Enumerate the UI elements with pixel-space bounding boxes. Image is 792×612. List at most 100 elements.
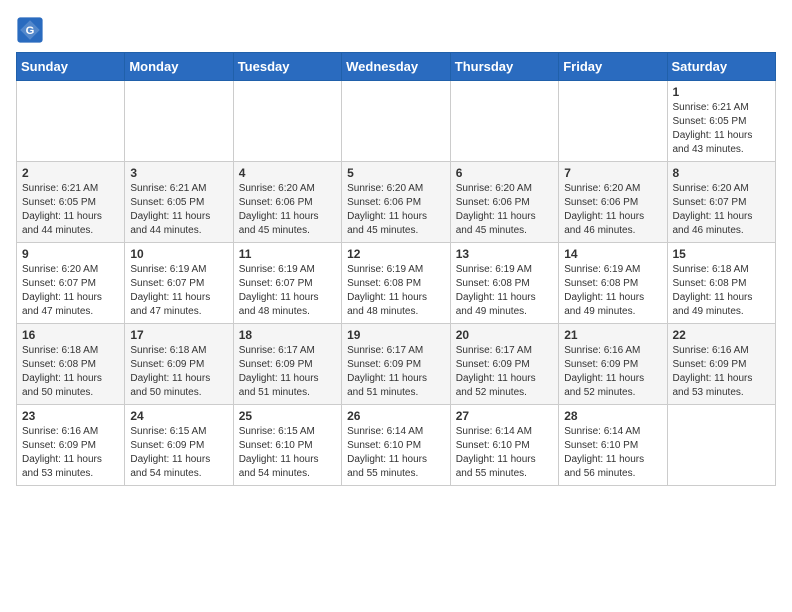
- calendar-cell: 3Sunrise: 6:21 AM Sunset: 6:05 PM Daylig…: [125, 162, 233, 243]
- day-info: Sunrise: 6:16 AM Sunset: 6:09 PM Dayligh…: [22, 425, 119, 481]
- calendar-cell: 16 Sunrise: 6:18 AM Sunset: 6:08 PM Dayli…: [17, 324, 125, 405]
- day-info: Sunrise: 6:16 AM Sunset: 6:09 PM Dayligh…: [673, 344, 771, 400]
- logo: G: [16, 16, 48, 44]
- day-info: Sunrise: 6:15 AM Sunset: 6:10 PM Dayligh…: [239, 425, 336, 481]
- weekday-header-sunday: Sunday: [17, 53, 125, 81]
- calendar-cell: 25 Sunrise: 6:15 AM Sunset: 6:10 PM Dayli…: [233, 405, 341, 486]
- calendar-cell: 10 Sunrise: 6:19 AM Sunset: 6:07 PM Dayli…: [125, 243, 233, 324]
- day-info: Sunrise: 6:21 AM Sunset: 6:05 PM Dayligh…: [130, 182, 227, 238]
- day-number: 14: [564, 247, 661, 261]
- weekday-header-friday: Friday: [559, 53, 667, 81]
- day-number: 11: [239, 247, 336, 261]
- calendar-cell: [233, 81, 341, 162]
- weekday-header-tuesday: Tuesday: [233, 53, 341, 81]
- calendar-cell: [17, 81, 125, 162]
- day-number: 17: [130, 328, 227, 342]
- day-info: Sunrise: 6:15 AM Sunset: 6:09 PM Dayligh…: [130, 425, 227, 481]
- day-info: Sunrise: 6:14 AM Sunset: 6:10 PM Dayligh…: [564, 425, 661, 481]
- day-info: Sunrise: 6:18 AM Sunset: 6:08 PM Dayligh…: [22, 344, 119, 400]
- day-info: Sunrise: 6:17 AM Sunset: 6:09 PM Dayligh…: [456, 344, 553, 400]
- calendar-week-row: 9Sunrise: 6:20 AM Sunset: 6:07 PM Daylig…: [17, 243, 776, 324]
- day-info: Sunrise: 6:21 AM Sunset: 6:05 PM Dayligh…: [22, 182, 119, 238]
- day-info: Sunrise: 6:17 AM Sunset: 6:09 PM Dayligh…: [239, 344, 336, 400]
- calendar-cell: 14 Sunrise: 6:19 AM Sunset: 6:08 PM Dayli…: [559, 243, 667, 324]
- day-number: 4: [239, 166, 336, 180]
- calendar-cell: 24Sunrise: 6:15 AM Sunset: 6:09 PM Dayli…: [125, 405, 233, 486]
- calendar-header-row: SundayMondayTuesdayWednesdayThursdayFrid…: [17, 53, 776, 81]
- calendar-cell: 9Sunrise: 6:20 AM Sunset: 6:07 PM Daylig…: [17, 243, 125, 324]
- day-number: 26: [347, 409, 445, 423]
- calendar-table: SundayMondayTuesdayWednesdayThursdayFrid…: [16, 52, 776, 486]
- calendar-cell: 20 Sunrise: 6:17 AM Sunset: 6:09 PM Dayli…: [450, 324, 558, 405]
- day-info: Sunrise: 6:19 AM Sunset: 6:08 PM Dayligh…: [347, 263, 445, 319]
- calendar-cell: [342, 81, 451, 162]
- calendar-cell: [667, 405, 776, 486]
- day-number: 12: [347, 247, 445, 261]
- day-number: 16: [22, 328, 119, 342]
- day-info: Sunrise: 6:18 AM Sunset: 6:09 PM Dayligh…: [130, 344, 227, 400]
- calendar-cell: 5 Sunrise: 6:20 AM Sunset: 6:06 PM Daylig…: [342, 162, 451, 243]
- page-header: G: [16, 16, 776, 44]
- day-number: 25: [239, 409, 336, 423]
- day-number: 18: [239, 328, 336, 342]
- calendar-cell: 8 Sunrise: 6:20 AM Sunset: 6:07 PM Daylig…: [667, 162, 776, 243]
- calendar-cell: 22 Sunrise: 6:16 AM Sunset: 6:09 PM Dayli…: [667, 324, 776, 405]
- day-info: Sunrise: 6:20 AM Sunset: 6:06 PM Dayligh…: [564, 182, 661, 238]
- day-info: Sunrise: 6:19 AM Sunset: 6:07 PM Dayligh…: [130, 263, 227, 319]
- calendar-cell: 19 Sunrise: 6:17 AM Sunset: 6:09 PM Dayli…: [342, 324, 451, 405]
- day-number: 10: [130, 247, 227, 261]
- day-number: 27: [456, 409, 553, 423]
- calendar-cell: 17 Sunrise: 6:18 AM Sunset: 6:09 PM Dayli…: [125, 324, 233, 405]
- day-info: Sunrise: 6:18 AM Sunset: 6:08 PM Dayligh…: [673, 263, 771, 319]
- calendar-cell: 2 Sunrise: 6:21 AM Sunset: 6:05 PM Daylig…: [17, 162, 125, 243]
- calendar-cell: [559, 81, 667, 162]
- day-number: 13: [456, 247, 553, 261]
- weekday-header-saturday: Saturday: [667, 53, 776, 81]
- day-number: 19: [347, 328, 445, 342]
- calendar-cell: [125, 81, 233, 162]
- day-info: Sunrise: 6:17 AM Sunset: 6:09 PM Dayligh…: [347, 344, 445, 400]
- weekday-header-wednesday: Wednesday: [342, 53, 451, 81]
- calendar-cell: 11 Sunrise: 6:19 AM Sunset: 6:07 PM Dayli…: [233, 243, 341, 324]
- calendar-cell: 21 Sunrise: 6:16 AM Sunset: 6:09 PM Dayli…: [559, 324, 667, 405]
- day-number: 1: [673, 85, 771, 99]
- day-number: 23: [22, 409, 119, 423]
- calendar-cell: [450, 81, 558, 162]
- calendar-cell: 15 Sunrise: 6:18 AM Sunset: 6:08 PM Dayli…: [667, 243, 776, 324]
- svg-text:G: G: [26, 25, 35, 37]
- day-info: Sunrise: 6:19 AM Sunset: 6:08 PM Dayligh…: [456, 263, 553, 319]
- weekday-header-thursday: Thursday: [450, 53, 558, 81]
- day-info: Sunrise: 6:20 AM Sunset: 6:06 PM Dayligh…: [347, 182, 445, 238]
- day-info: Sunrise: 6:19 AM Sunset: 6:08 PM Dayligh…: [564, 263, 661, 319]
- day-number: 22: [673, 328, 771, 342]
- day-number: 21: [564, 328, 661, 342]
- day-number: 20: [456, 328, 553, 342]
- day-number: 6: [456, 166, 553, 180]
- calendar-cell: 4 Sunrise: 6:20 AM Sunset: 6:06 PM Daylig…: [233, 162, 341, 243]
- calendar-cell: 26 Sunrise: 6:14 AM Sunset: 6:10 PM Dayli…: [342, 405, 451, 486]
- day-info: Sunrise: 6:20 AM Sunset: 6:06 PM Dayligh…: [239, 182, 336, 238]
- day-info: Sunrise: 6:16 AM Sunset: 6:09 PM Dayligh…: [564, 344, 661, 400]
- day-info: Sunrise: 6:14 AM Sunset: 6:10 PM Dayligh…: [347, 425, 445, 481]
- calendar-cell: 6Sunrise: 6:20 AM Sunset: 6:06 PM Daylig…: [450, 162, 558, 243]
- calendar-week-row: 1 Sunrise: 6:21 AM Sunset: 6:05 PM Daylig…: [17, 81, 776, 162]
- calendar-cell: 27 Sunrise: 6:14 AM Sunset: 6:10 PM Dayli…: [450, 405, 558, 486]
- day-info: Sunrise: 6:19 AM Sunset: 6:07 PM Dayligh…: [239, 263, 336, 319]
- calendar-cell: 28 Sunrise: 6:14 AM Sunset: 6:10 PM Dayli…: [559, 405, 667, 486]
- calendar-week-row: 23 Sunrise: 6:16 AM Sunset: 6:09 PM Dayli…: [17, 405, 776, 486]
- day-number: 2: [22, 166, 119, 180]
- day-info: Sunrise: 6:21 AM Sunset: 6:05 PM Dayligh…: [673, 101, 771, 157]
- day-info: Sunrise: 6:20 AM Sunset: 6:07 PM Dayligh…: [673, 182, 771, 238]
- logo-icon: G: [16, 16, 44, 44]
- calendar-cell: 7Sunrise: 6:20 AM Sunset: 6:06 PM Daylig…: [559, 162, 667, 243]
- day-number: 15: [673, 247, 771, 261]
- calendar-cell: 18 Sunrise: 6:17 AM Sunset: 6:09 PM Dayli…: [233, 324, 341, 405]
- day-number: 9: [22, 247, 119, 261]
- calendar-week-row: 2 Sunrise: 6:21 AM Sunset: 6:05 PM Daylig…: [17, 162, 776, 243]
- day-number: 5: [347, 166, 445, 180]
- calendar-cell: 12 Sunrise: 6:19 AM Sunset: 6:08 PM Dayli…: [342, 243, 451, 324]
- day-number: 8: [673, 166, 771, 180]
- calendar-week-row: 16 Sunrise: 6:18 AM Sunset: 6:08 PM Dayli…: [17, 324, 776, 405]
- day-number: 28: [564, 409, 661, 423]
- day-info: Sunrise: 6:14 AM Sunset: 6:10 PM Dayligh…: [456, 425, 553, 481]
